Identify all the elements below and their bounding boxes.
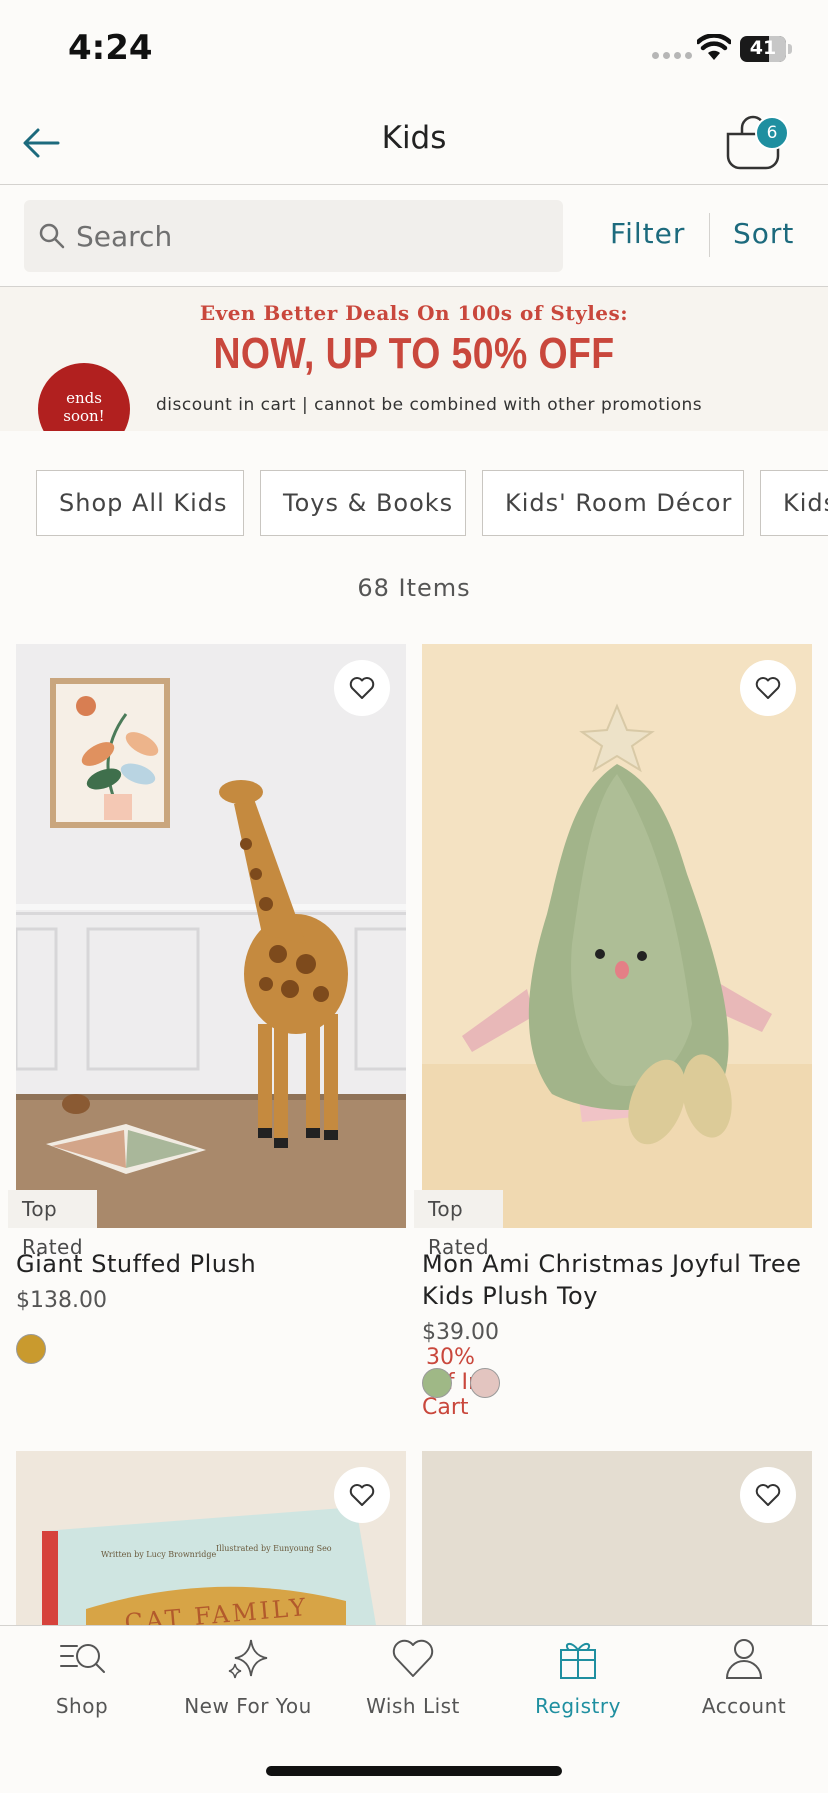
page-title: Kids bbox=[381, 120, 447, 156]
person-icon bbox=[725, 1639, 763, 1679]
product-image[interactable] bbox=[16, 644, 406, 1228]
book-author: Written by Lucy Brownridge bbox=[101, 1550, 216, 1559]
item-count: 68 Items bbox=[357, 574, 471, 602]
chip-kids-room-decor[interactable]: Kids' Room Décor bbox=[482, 470, 744, 536]
status-time: 4:24 bbox=[68, 28, 153, 68]
price-value: $138.00 bbox=[16, 1288, 107, 1313]
heart-icon bbox=[392, 1639, 434, 1677]
category-chips: Shop All Kids Toys & Books Kids' Room Dé… bbox=[0, 470, 828, 540]
wishlist-heart-button[interactable] bbox=[740, 1467, 796, 1523]
search-filter-bar: Filter Sort bbox=[0, 185, 828, 287]
battery-icon: 41 bbox=[740, 36, 792, 62]
tab-wish-list-label: Wish List bbox=[366, 1694, 460, 1718]
wifi-icon bbox=[697, 34, 731, 60]
top-rated-badge: Top Rated bbox=[8, 1190, 98, 1259]
tab-new-for-you[interactable]: New For You bbox=[178, 1636, 318, 1718]
sparkle-icon bbox=[228, 1639, 268, 1679]
product-image[interactable] bbox=[422, 644, 812, 1228]
wishlist-heart-button[interactable] bbox=[740, 660, 796, 716]
wishlist-heart-button[interactable] bbox=[334, 660, 390, 716]
nav-header: Kids 6 bbox=[0, 100, 828, 185]
ends-soon-line2: soon! bbox=[63, 407, 105, 425]
price-value: $39.00 bbox=[422, 1320, 499, 1345]
heart-icon bbox=[349, 677, 375, 699]
tab-shop-label: Shop bbox=[55, 1694, 109, 1718]
status-bar: 4:24 41 bbox=[0, 0, 828, 100]
promo-banner[interactable]: Even Better Deals On 100s of Styles: NOW… bbox=[0, 287, 828, 431]
promo-note: discount in cart | cannot be combined wi… bbox=[156, 395, 703, 415]
tab-account-label: Account bbox=[701, 1694, 787, 1718]
tree-plush-image bbox=[422, 644, 812, 1228]
chip-toys-books[interactable]: Toys & Books bbox=[260, 470, 466, 536]
wishlist-heart-button[interactable] bbox=[334, 1467, 390, 1523]
promo-headline: NOW, UP TO 50% OFF bbox=[213, 329, 615, 378]
filter-button[interactable]: Filter bbox=[610, 217, 685, 250]
chip-kids[interactable]: Kids bbox=[760, 470, 828, 536]
heart-icon bbox=[755, 1484, 781, 1506]
search-icon bbox=[39, 223, 65, 249]
search-box[interactable] bbox=[24, 200, 563, 272]
gift-icon bbox=[560, 1643, 596, 1679]
tab-shop[interactable]: Shop bbox=[12, 1636, 152, 1718]
giraffe-plush-image bbox=[16, 644, 406, 1228]
product-name[interactable]: Mon Ami Christmas Joyful Tree Kids Plush… bbox=[422, 1248, 822, 1312]
tab-wish-list[interactable]: Wish List bbox=[343, 1636, 483, 1718]
home-indicator[interactable] bbox=[266, 1766, 562, 1776]
color-swatch[interactable] bbox=[16, 1334, 46, 1364]
tab-account[interactable]: Account bbox=[674, 1636, 814, 1718]
product-name[interactable]: Giant Stuffed Plush bbox=[16, 1248, 416, 1280]
ends-soon-line1: ends bbox=[66, 389, 102, 407]
heart-icon bbox=[349, 1484, 375, 1506]
divider bbox=[709, 213, 710, 257]
tab-new-for-you-label: New For You bbox=[184, 1694, 312, 1718]
shop-search-icon bbox=[60, 1644, 105, 1673]
heart-icon bbox=[755, 677, 781, 699]
book-illustrator: Illustrated by Eunyoung Seo bbox=[216, 1544, 332, 1553]
color-swatch[interactable] bbox=[470, 1368, 500, 1398]
color-swatch[interactable] bbox=[422, 1368, 452, 1398]
tab-registry[interactable]: Registry bbox=[508, 1636, 648, 1718]
search-input[interactable] bbox=[74, 218, 548, 254]
top-rated-badge: Top Rated bbox=[414, 1190, 504, 1259]
product-price: $138.00 bbox=[16, 1288, 107, 1313]
sort-button[interactable]: Sort bbox=[733, 217, 794, 250]
battery-level: 41 bbox=[749, 37, 777, 59]
promo-subheadline: Even Better Deals On 100s of Styles: bbox=[199, 301, 629, 325]
product-image[interactable]: Written by Lucy Brownridge Illustrated b… bbox=[16, 1451, 406, 1625]
product-image[interactable] bbox=[422, 1451, 812, 1625]
chip-shop-all-kids[interactable]: Shop All Kids bbox=[36, 470, 244, 536]
tab-registry-label: Registry bbox=[535, 1694, 621, 1718]
cellular-signal-icon bbox=[652, 52, 692, 59]
cart-count-badge: 6 bbox=[755, 116, 789, 150]
